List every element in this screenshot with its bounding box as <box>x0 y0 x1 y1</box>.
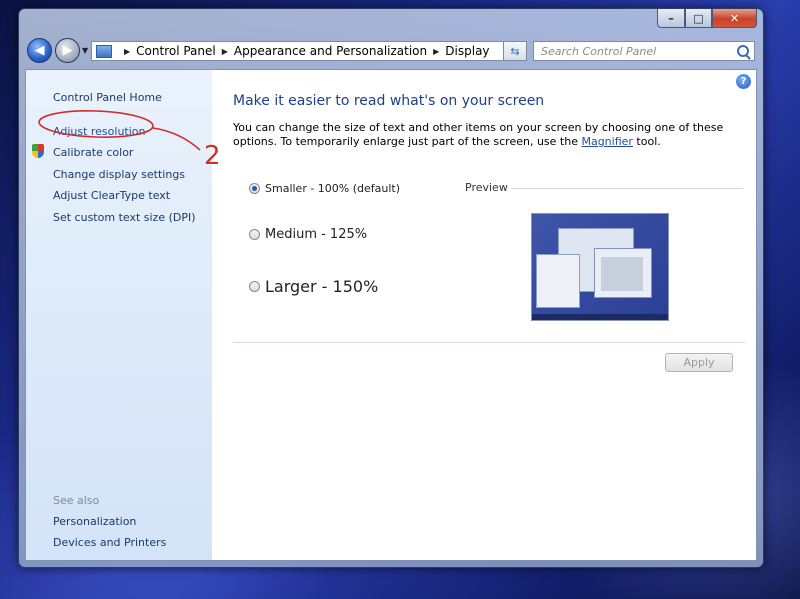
annotation-circle <box>38 110 154 138</box>
annotation-overlay <box>38 110 201 151</box>
annotation-arrow-line <box>152 127 201 151</box>
annotation-number: 2 <box>204 141 221 171</box>
